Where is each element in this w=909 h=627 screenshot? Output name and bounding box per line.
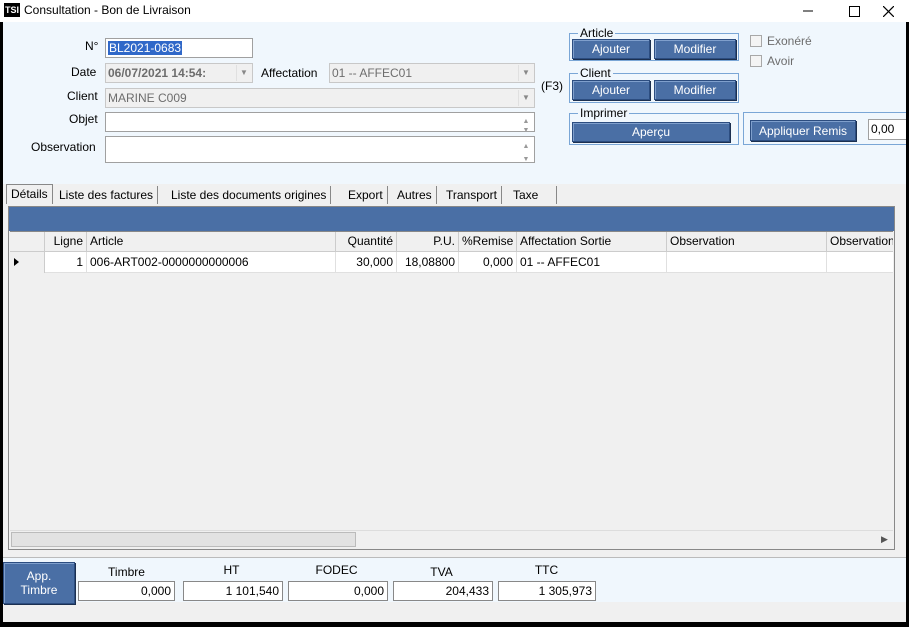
ttc-field: 1 305,973 [498,581,596,601]
lines-grid: Ligne Article Quantité P.U. %Remise Affe… [10,231,893,536]
col-observation[interactable]: Observation [667,232,827,252]
print-group-title: Imprimer [578,106,630,120]
grid-header: Ligne Article Quantité P.U. %Remise Affe… [10,232,893,252]
article-add-button[interactable]: Ajouter [572,39,650,59]
current-row-indicator [10,252,45,273]
tab-other[interactable]: Autres [393,186,437,204]
numero-value: BL2021-0683 [108,41,183,55]
discount-value: 0,00 [871,122,895,136]
cell-ligne[interactable]: 1 [45,252,87,273]
horizontal-scrollbar[interactable]: ▶ [10,530,893,548]
article-group-title: Article [578,26,616,40]
client-group-title: Client [578,66,613,80]
affectation-select[interactable]: 01 -- AFFEC01 ▼ [329,63,535,83]
ht-label: HT [223,563,240,577]
date-field[interactable]: 06/07/2021 14:54: ▼ [105,63,253,83]
observation-scroll-down-icon[interactable]: ▼ [519,151,533,162]
app-logo-icon: TSI [4,3,20,17]
table-row[interactable]: 1 006-ART002-0000000000006 30,000 18,088… [10,252,893,273]
application-window: TSI Consultation - Bon de Livraison N° B… [0,0,909,627]
affectation-label: Affectation [261,66,318,80]
col-quantite[interactable]: Quantité [336,232,397,252]
scroll-right-icon[interactable]: ▶ [876,531,893,548]
client-edit-button[interactable]: Modifier [654,80,736,100]
client-dropdown-icon[interactable]: ▼ [518,90,533,106]
details-panel: Ligne Article Quantité P.U. %Remise Affe… [8,206,895,550]
row-pointer-icon [14,258,19,266]
client-select[interactable]: MARINE C009 ▼ [105,88,535,108]
grid-group-band [9,207,894,231]
client-value: MARINE C009 [108,91,187,105]
title-bar: TSI Consultation - Bon de Livraison [0,0,909,22]
window-title: Consultation - Bon de Livraison [24,3,191,17]
exonere-label: Exonéré [767,34,812,48]
cell-observation[interactable] [667,252,827,273]
cell-observation-2[interactable] [827,252,893,273]
tab-origin-documents[interactable]: Liste des documents origines [167,186,332,204]
avoir-checkbox[interactable] [750,55,762,67]
tab-bar: Détails Liste des factures Liste des doc… [3,184,906,204]
cell-pu[interactable]: 18,08800 [397,252,459,273]
exonere-checkbox[interactable] [750,35,762,47]
close-icon[interactable] [866,0,909,22]
ht-field: 1 101,540 [183,581,283,601]
numero-label: N° [85,39,99,53]
apply-stamp-button[interactable]: App. Timbre [3,562,75,604]
tva-field: 204,433 [393,581,493,601]
ttc-label: TTC [534,563,559,577]
col-pu[interactable]: P.U. [397,232,459,252]
tab-tax[interactable]: Taxe [509,186,557,204]
timbre-label: Timbre [108,565,145,579]
observation-field[interactable]: ▲ ▼ [105,136,535,163]
date-value: 06/07/2021 14:54: [108,66,207,80]
minimize-icon[interactable] [786,0,830,22]
article-group: Article Ajouter Modifier [569,26,739,61]
scrollbar-thumb[interactable] [11,532,356,547]
cell-article[interactable]: 006-ART002-0000000000006 [87,252,336,273]
objet-field[interactable]: ▲ ▼ [105,112,535,132]
objet-label: Objet [69,112,98,126]
col-observation-2[interactable]: Observation [827,232,893,252]
col-ligne[interactable]: Ligne [45,232,87,252]
apply-discount-button[interactable]: Appliquer Remis [750,120,856,141]
tab-details[interactable]: Détails [6,184,53,204]
grid-empty-area [10,273,893,536]
totals-bar: App. Timbre Timbre 0,000 HT 1 101,540 FO… [3,557,906,604]
tva-label: TVA [430,565,453,579]
client-add-button[interactable]: Ajouter [572,80,650,100]
col-affectation-sortie[interactable]: Affectation Sortie [517,232,667,252]
grid-header-indicator [10,232,45,252]
objet-scroll-down-icon[interactable]: ▼ [519,122,533,131]
print-group: Imprimer Aperçu [569,106,739,145]
date-dropdown-icon[interactable]: ▼ [236,65,251,81]
tab-export[interactable]: Export [344,186,388,204]
header-form: N° BL2021-0683 Date 06/07/2021 14:54: ▼ … [3,22,906,184]
affectation-value: 01 -- AFFEC01 [332,66,413,80]
observation-label: Observation [31,140,96,154]
numero-field[interactable]: BL2021-0683 [105,38,253,58]
f3-shortcut-label: (F3) [541,79,563,93]
client-group: Client Ajouter Modifier [569,66,739,103]
timbre-field: 0,000 [78,581,175,601]
discount-value-field[interactable]: 0,00 [868,119,906,140]
preview-button[interactable]: Aperçu [572,122,730,142]
tab-transport[interactable]: Transport [442,186,502,204]
avoir-label: Avoir [767,54,795,68]
cell-remise[interactable]: 0,000 [459,252,517,273]
affectation-dropdown-icon[interactable]: ▼ [518,65,533,81]
fodec-label: FODEC [315,563,358,577]
fodec-field: 0,000 [288,581,388,601]
client-label: Client [67,89,98,103]
cell-quantite[interactable]: 30,000 [336,252,397,273]
col-article[interactable]: Article [87,232,336,252]
col-remise[interactable]: %Remise [459,232,517,252]
tab-invoices[interactable]: Liste des factures [55,186,159,204]
cell-affectation[interactable]: 01 -- AFFEC01 [517,252,667,273]
article-edit-button[interactable]: Modifier [654,39,736,59]
date-label: Date [71,65,97,79]
